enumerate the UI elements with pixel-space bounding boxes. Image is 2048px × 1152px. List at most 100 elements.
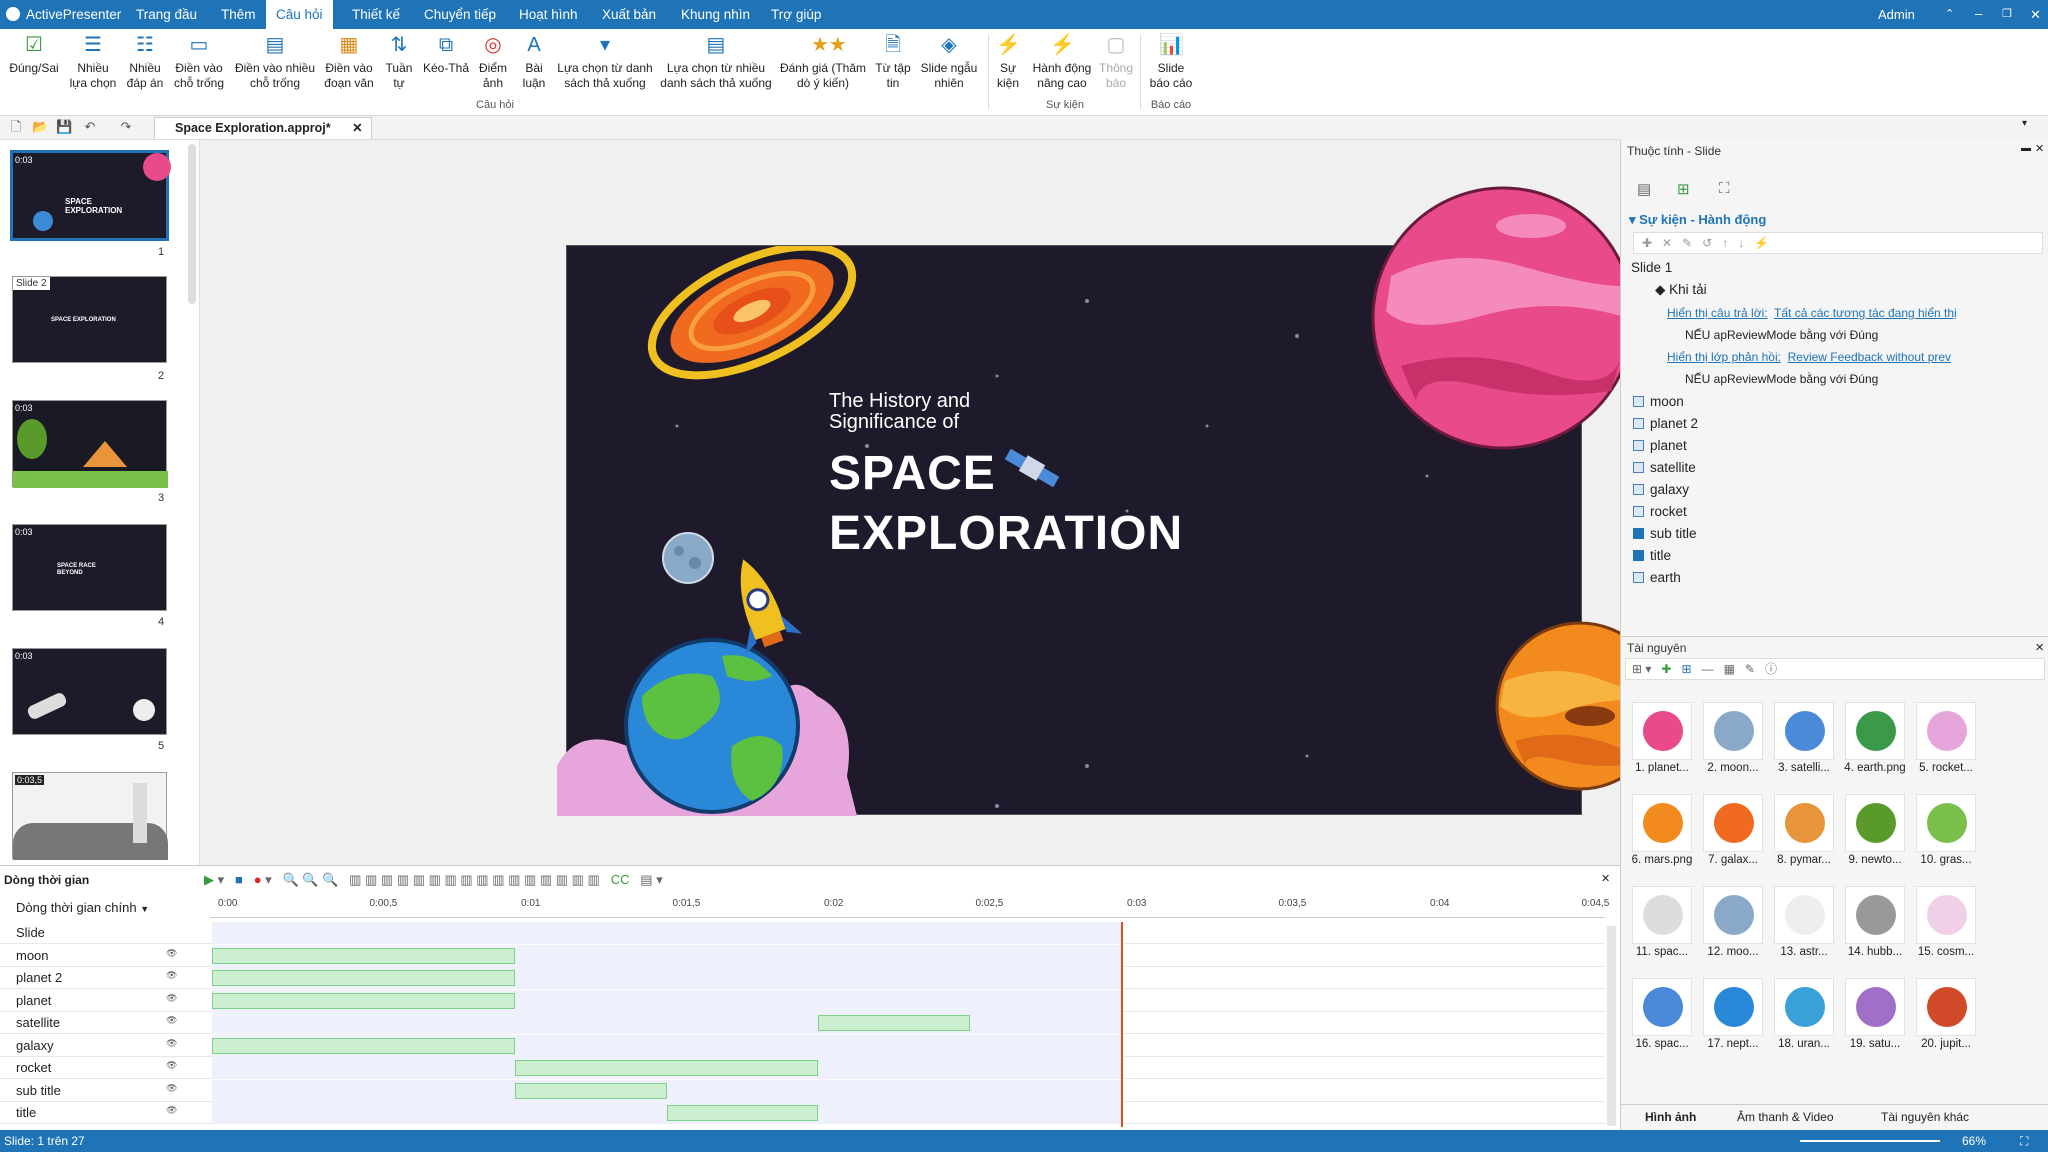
resource-item[interactable]: 2. moon...	[1700, 702, 1766, 774]
panel-pin-icon[interactable]: ▬	[2021, 143, 2031, 154]
timeline-row[interactable]: galaxy 👁	[0, 1034, 1605, 1057]
timeline-row[interactable]: sub title 👁	[0, 1079, 1605, 1102]
redo-icon[interactable]: ↷	[118, 119, 134, 135]
timeline-bar[interactable]	[212, 947, 515, 964]
timeline-close-icon[interactable]: ✕	[1601, 872, 1610, 885]
essay-button[interactable]: A Bài luận	[514, 33, 554, 91]
resource-item[interactable]: 11. spac...	[1629, 886, 1695, 958]
visibility-eye-icon[interactable]: 👁	[166, 1015, 177, 1026]
record-icon[interactable]: ●	[254, 872, 262, 887]
slide-thumbnail[interactable]: Slide 2 SPACE EXPLORATION	[12, 276, 167, 363]
tab-audio-video[interactable]: Âm thanh & Video	[1737, 1105, 1834, 1129]
slide-thumbnail[interactable]: 0:03 SPACE RACE BEYOND	[12, 524, 167, 611]
collapse-ribbon-icon[interactable]: ⌃	[1945, 0, 1954, 29]
select-multiple-dropdowns-button[interactable]: ▤ Lựa chọn từ nhiều danh sách thả xuống	[656, 33, 776, 91]
report-slide-button[interactable]: 📊 Slide báo cáo	[1146, 33, 1196, 91]
stop-icon[interactable]: ■	[235, 872, 243, 887]
true-false-button[interactable]: ☑ Đúng/Sai	[6, 33, 62, 76]
sub-title-text[interactable]: The History and Significance of	[829, 391, 970, 433]
menu-animations[interactable]: Hoạt hình	[509, 0, 588, 29]
resource-item[interactable]: 15. cosm...	[1913, 886, 1979, 958]
close-icon[interactable]: ✕	[2030, 0, 2041, 29]
random-slide-button[interactable]: ◈ Slide ngẫu nhiên	[916, 33, 982, 91]
menu-design[interactable]: Thiết kế	[342, 0, 410, 29]
timeline-row[interactable]: rocket 👁	[0, 1057, 1605, 1079]
action-show-feedback[interactable]: Hiển thị lớp phản hồi: Review Feedback w…	[1667, 350, 2048, 364]
timeline-bar[interactable]	[666, 1105, 818, 1121]
slide-thumbnail[interactable]: 0:03	[12, 400, 168, 488]
resource-item[interactable]: 5. rocket...	[1913, 702, 1979, 774]
select-dropdown-button[interactable]: ▾ Lựa chọn từ danh sách thả xuống	[554, 33, 656, 91]
visibility-eye-icon[interactable]: 👁	[166, 1105, 177, 1116]
advanced-actions-button[interactable]: ⚡ Hành động nâng cao	[1028, 33, 1096, 91]
timeline-bar[interactable]	[818, 1015, 970, 1031]
document-tab[interactable]: Space Exploration.approj* ✕	[154, 117, 372, 139]
timeline-row[interactable]: planet 2 👁	[0, 967, 1605, 989]
fit-window-icon[interactable]: ⛶	[2020, 1130, 2028, 1152]
object-row[interactable]: earth	[1633, 568, 1681, 588]
menu-help[interactable]: Trợ giúp	[761, 0, 831, 29]
play-icon[interactable]: ▶	[204, 872, 214, 887]
menu-insert[interactable]: Thêm	[211, 0, 266, 29]
object-row[interactable]: title	[1633, 546, 1671, 566]
events-section-header[interactable]: ▾ Sự kiện - Hành động	[1629, 212, 1766, 228]
slide-thumbnail[interactable]: 0:03	[12, 648, 167, 735]
rating-survey-button[interactable]: ★★ Đánh giá (Thăm dò ý kiến)	[776, 33, 870, 91]
timeline-row[interactable]: moon 👁	[0, 944, 1605, 967]
timeline-scrollbar[interactable]	[1607, 926, 1616, 1126]
object-row[interactable]: planet	[1633, 436, 1687, 456]
slide-canvas[interactable]: The History and Significance of SPACE EX…	[557, 186, 1665, 816]
user-name[interactable]: Admin	[1878, 0, 1915, 29]
object-row[interactable]: sub title	[1633, 524, 1697, 544]
resource-item[interactable]: 13. astr...	[1771, 886, 1837, 958]
tab-images[interactable]: Hình ảnh	[1645, 1105, 1696, 1129]
resource-item[interactable]: 18. uran...	[1771, 978, 1837, 1050]
visibility-eye-icon[interactable]: 👁	[166, 1083, 177, 1094]
properties-tab-general-icon[interactable]: ▤	[1637, 180, 1651, 198]
fill-multiple-blanks-button[interactable]: ▤ Điền vào nhiều chỗ trống	[232, 33, 318, 91]
minimize-icon[interactable]: –	[1975, 0, 1982, 27]
multiple-response-button[interactable]: ☷ Nhiều đáp án	[118, 33, 172, 91]
event-on-load[interactable]: ◆ Khi tải	[1655, 282, 2048, 298]
planet-2-image[interactable]	[1371, 186, 1636, 451]
visibility-eye-icon[interactable]: 👁	[166, 970, 177, 981]
properties-tab-interaction-icon[interactable]: ⊞	[1677, 180, 1690, 198]
resources-close-icon[interactable]: ✕	[2035, 641, 2044, 654]
tab-other-resources[interactable]: Tài nguyên khác	[1881, 1105, 1969, 1129]
resource-item[interactable]: 7. galax...	[1700, 794, 1766, 866]
menu-questions[interactable]: Câu hỏi	[266, 0, 333, 31]
resource-item[interactable]: 6. mars.png	[1629, 794, 1695, 866]
action-show-answer[interactable]: Hiển thị câu trả lời: Tất cả các tương t…	[1667, 306, 2048, 320]
object-row[interactable]: satellite	[1633, 458, 1696, 478]
object-row[interactable]: moon	[1633, 392, 1684, 412]
menu-home[interactable]: Trang đầu	[126, 0, 207, 29]
sequence-button[interactable]: ⇅ Tuần tự	[380, 33, 418, 91]
condition-1[interactable]: NẾU apReviewMode bằng với Đúng	[1685, 328, 2048, 342]
from-file-button[interactable]: 🗎 Từ tập tin	[870, 33, 916, 91]
hotspot-button[interactable]: ◎ Điểm ảnh	[472, 33, 514, 91]
timeline-bar[interactable]	[212, 992, 515, 1009]
rocket-image[interactable]	[717, 551, 807, 671]
visibility-eye-icon[interactable]: 👁	[166, 993, 177, 1004]
resource-item[interactable]: 9. newto...	[1842, 794, 1908, 866]
zoom-slider[interactable]	[1800, 1140, 1940, 1142]
object-row[interactable]: rocket	[1633, 502, 1687, 522]
timeline-bar[interactable]	[212, 1037, 515, 1054]
condition-2[interactable]: NẾU apReviewMode bằng với Đúng	[1685, 372, 2048, 386]
visibility-eye-icon[interactable]: 👁	[166, 1038, 177, 1049]
slide-node[interactable]: Slide 1	[1631, 260, 2031, 275]
resource-item[interactable]: 17. nept...	[1700, 978, 1766, 1050]
resource-item[interactable]: 3. satelli...	[1771, 702, 1837, 774]
resource-item[interactable]: 16. spac...	[1629, 978, 1695, 1050]
panel-menu-icon[interactable]: ▾	[2022, 118, 2027, 129]
zoom-level[interactable]: 66%	[1962, 1130, 1986, 1152]
resource-item[interactable]: 1. planet...	[1629, 702, 1695, 774]
menu-transitions[interactable]: Chuyển tiếp	[414, 0, 506, 29]
events-button[interactable]: ⚡ Sự kiện	[992, 33, 1024, 91]
main-timeline-selector[interactable]: Dòng thời gian chính ▼	[16, 900, 156, 915]
notification-button[interactable]: ▢ Thông báo	[1096, 33, 1136, 91]
moon-image[interactable]	[661, 531, 715, 585]
new-file-icon[interactable]: 🗋	[8, 119, 24, 135]
thumbnail-scrollbar[interactable]	[188, 144, 196, 304]
restore-icon[interactable]: ❐	[2002, 0, 2012, 29]
